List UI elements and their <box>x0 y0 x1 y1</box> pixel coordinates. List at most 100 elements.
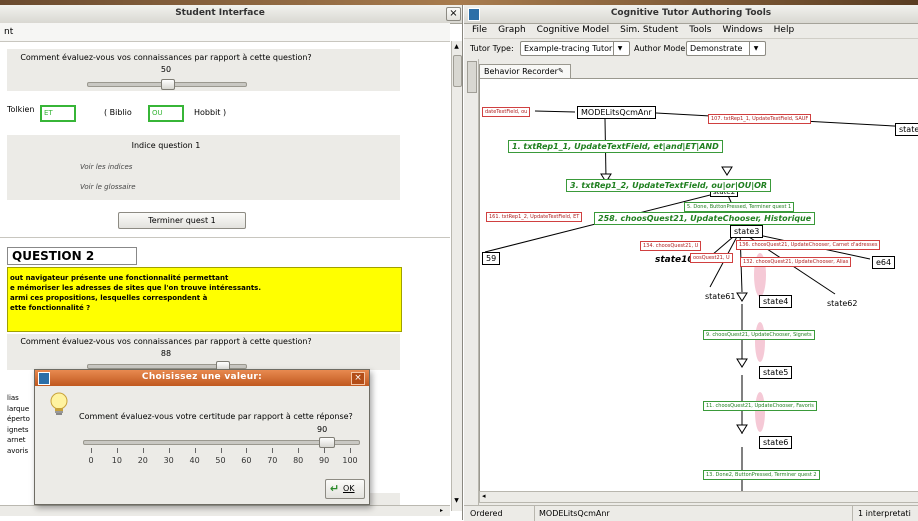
answer-field-2[interactable]: OU <box>148 105 184 122</box>
highlight-mark <box>755 322 765 362</box>
option-label[interactable]: arnet <box>7 435 30 446</box>
q1-rating-value: 50 <box>160 65 172 74</box>
ok-button[interactable]: ↵ OK <box>325 479 365 499</box>
q2-rating-value: 88 <box>160 349 172 358</box>
edge-label[interactable]: 136. choosQuest21, UpdateChooser, Carnet… <box>736 240 881 250</box>
slider-knob[interactable] <box>161 79 175 90</box>
tab-behavior-recorder[interactable]: Behavior Recorder ✎ <box>479 64 571 78</box>
edge-label[interactable]: 13. Done2, ButtonPressed, Terminer quest… <box>703 470 820 480</box>
hint-link[interactable]: Voir les indices <box>80 163 132 171</box>
node-state6[interactable]: state6 <box>759 436 793 449</box>
node-state62[interactable]: state62 <box>824 298 860 309</box>
tick-label: 100 <box>342 456 358 465</box>
edge-label[interactable]: oosQuest21, U <box>690 253 733 263</box>
q2-line-4: ette fonctionnalité ? <box>10 304 91 312</box>
node-state[interactable]: state <box>895 123 918 136</box>
edge-label[interactable]: 134. choosQuest21, U <box>640 241 702 251</box>
slider-tick-labels: 0 10 20 30 40 50 60 70 80 90 100 <box>83 456 358 466</box>
divider <box>534 506 535 521</box>
edge-label[interactable]: 5. Done, ButtonPressed, Terminer quest 1 <box>684 202 795 212</box>
edge-label[interactable]: 1. txtRep1_1, UpdateTextField, et|and|ET… <box>508 140 723 153</box>
tick-mark <box>194 448 196 453</box>
edge-label[interactable]: dateTextField, ou <box>482 107 531 117</box>
finish-quest1-button[interactable]: Terminer quest 1 <box>118 212 246 229</box>
student-scrollbar[interactable]: ▲ ▼ <box>451 41 462 511</box>
node-state4[interactable]: state4 <box>759 295 793 308</box>
pin-icon[interactable]: ✎ <box>558 65 564 78</box>
option-label[interactable]: avoris <box>7 446 30 457</box>
menu-tools[interactable]: Tools <box>689 25 711 35</box>
glossary-link[interactable]: Voir le glossaire <box>80 183 136 191</box>
q2-heading: QUESTION 2 <box>7 247 137 265</box>
tick-mark <box>272 448 274 453</box>
lightbulb-icon <box>48 391 70 421</box>
node-state64[interactable]: e64 <box>872 256 896 269</box>
q1-rating-slider[interactable] <box>87 79 247 90</box>
tick-mark <box>324 448 326 453</box>
menu-sim-student[interactable]: Sim. Student <box>620 25 678 35</box>
scroll-thumb[interactable] <box>453 55 462 87</box>
student-titlebar: Student Interface × <box>0 5 462 24</box>
tick-mark <box>246 448 248 453</box>
slider-knob[interactable] <box>319 437 335 448</box>
node-state61[interactable]: state61 <box>702 291 738 302</box>
edge-line <box>534 110 576 113</box>
scroll-left-icon[interactable]: ◂ <box>482 492 486 500</box>
edge-label[interactable]: 258. choosQuest21, UpdateChooser, Histor… <box>594 212 816 225</box>
menu-cognitive-model[interactable]: Cognitive Model <box>537 25 609 35</box>
option-label[interactable]: lias <box>7 393 30 404</box>
edge-label[interactable]: 107. txtRep1_1, UpdateTextField, SAUF <box>708 114 812 124</box>
close-icon[interactable]: × <box>446 7 461 21</box>
author-mode-label: Author Mode: <box>634 44 688 53</box>
edge-label[interactable]: 9. choosQuest21, UpdateChooser, Signets <box>703 330 815 340</box>
close-icon[interactable]: × <box>351 372 365 385</box>
ctat-window: Cognitive Tutor Authoring Tools File Grap… <box>464 5 918 521</box>
option-label[interactable]: éperto <box>7 414 30 425</box>
status-right: 1 interpretati <box>858 509 911 518</box>
q2-rating-panel: Comment évaluez-vous vos connaissances p… <box>7 334 400 372</box>
graph-hscrollbar[interactable]: ◂ <box>479 491 918 503</box>
menu-windows[interactable]: Windows <box>722 25 762 35</box>
dialog-question: Comment évaluez-vous votre certitude par… <box>79 412 353 421</box>
scroll-up-icon[interactable]: ▲ <box>453 43 460 50</box>
q2-options: lias larque éperto ignets arnet avoris <box>7 393 30 456</box>
status-middle: MODELitsQcmAnr <box>539 509 610 518</box>
scroll-down-icon[interactable]: ▼ <box>453 497 460 504</box>
node-59[interactable]: 59 <box>482 252 501 265</box>
tolkien-label: Tolkien <box>7 105 35 114</box>
q1-rating-prompt: Comment évaluez-vous vos connaissances p… <box>20 53 312 62</box>
ctat-left-gutter <box>464 59 479 505</box>
node-state3[interactable]: state3 <box>730 225 764 238</box>
menu-graph[interactable]: Graph <box>498 25 526 35</box>
status-left: Ordered <box>470 509 503 518</box>
tutor-type-select[interactable]: Example-tracing Tutor ▼ <box>520 41 630 56</box>
chevron-down-icon: ▼ <box>613 42 626 55</box>
student-hscrollbar[interactable]: ▸ <box>0 505 450 516</box>
tutor-type-value: Example-tracing Tutor <box>524 44 613 53</box>
option-label[interactable]: larque <box>7 404 30 415</box>
answer-field-1[interactable]: ET <box>40 105 76 122</box>
scroll-thumb[interactable] <box>467 61 477 93</box>
node-root[interactable]: MODELitsQcmAnr <box>577 106 656 119</box>
edge-label[interactable]: 3. txtRep1_2, UpdateTextField, ou|or|OU|… <box>566 179 772 192</box>
check-icon: ↵ <box>329 482 340 495</box>
node-state5[interactable]: state5 <box>759 366 793 379</box>
menu-file[interactable]: File <box>472 25 487 35</box>
tick-mark <box>91 448 92 453</box>
behavior-graph-canvas[interactable]: MODELitsQcmAnr state state2 state3 state… <box>479 78 918 493</box>
author-mode-select[interactable]: Demonstrate ▼ <box>686 41 766 56</box>
edge-label[interactable]: 11. choosQuest21, UpdateChooser, Favoris <box>703 401 817 411</box>
arrowhead <box>721 166 733 176</box>
edge-label[interactable]: 132. choosQuest21, UpdateChooser, Alias <box>740 257 852 267</box>
edge-label[interactable]: 161. txtRep1_2, UpdateTextField, ET <box>486 212 583 222</box>
tick-mark <box>168 448 170 453</box>
scroll-right-icon[interactable]: ▸ <box>440 507 443 514</box>
student-title: Student Interface <box>175 8 265 18</box>
menu-help[interactable]: Help <box>774 25 795 35</box>
ctat-titlebar: Cognitive Tutor Authoring Tools <box>464 5 918 24</box>
dialog-titlebar: Choisissez une valeur: × <box>35 370 369 386</box>
option-label[interactable]: ignets <box>7 425 30 436</box>
student-tab[interactable]: nt <box>4 27 13 37</box>
certainty-slider[interactable] <box>83 437 360 448</box>
value-dialog: Choisissez une valeur: × Comment évaluez… <box>34 369 370 505</box>
